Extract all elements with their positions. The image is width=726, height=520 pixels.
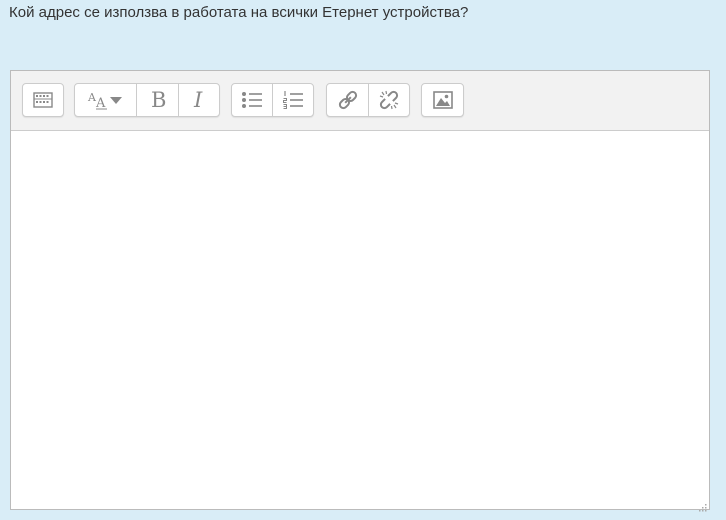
italic-icon: I — [192, 89, 206, 111]
toolbar-group-style: A A B I — [74, 83, 220, 117]
font-size-button[interactable]: A A — [75, 84, 136, 116]
italic-button[interactable]: I — [178, 84, 219, 116]
unordered-list-icon — [241, 91, 263, 109]
toolbar-toggle-icon — [33, 92, 53, 108]
svg-text:I: I — [193, 89, 203, 111]
toolbar-group-links — [326, 83, 410, 117]
insert-image-button[interactable] — [422, 84, 463, 116]
unordered-list-button[interactable] — [232, 84, 272, 116]
bold-button[interactable]: B — [136, 84, 178, 116]
rich-text-editor: A A B I — [10, 70, 710, 512]
ordered-list-icon — [282, 90, 304, 110]
unlink-button[interactable] — [368, 84, 409, 116]
link-button[interactable] — [327, 84, 368, 116]
resize-grip-icon[interactable] — [699, 499, 707, 512]
toolbar-group-lists — [231, 83, 314, 117]
bold-icon: B — [149, 89, 167, 111]
ordered-list-button[interactable] — [272, 84, 313, 116]
unlink-icon — [378, 89, 400, 111]
image-icon — [432, 91, 453, 109]
editor-content-area[interactable] — [11, 131, 709, 509]
font-size-icon: A A — [87, 89, 125, 111]
toolbar-group-media — [421, 83, 464, 117]
question-text: Кой адрес се използва в работата на всич… — [9, 4, 469, 21]
link-icon — [337, 89, 359, 111]
svg-text:B: B — [151, 89, 166, 111]
toolbar-group-toggle — [22, 83, 64, 117]
show-more-buttons-button[interactable] — [23, 84, 63, 116]
editor-toolbar: A A B I — [11, 71, 709, 131]
